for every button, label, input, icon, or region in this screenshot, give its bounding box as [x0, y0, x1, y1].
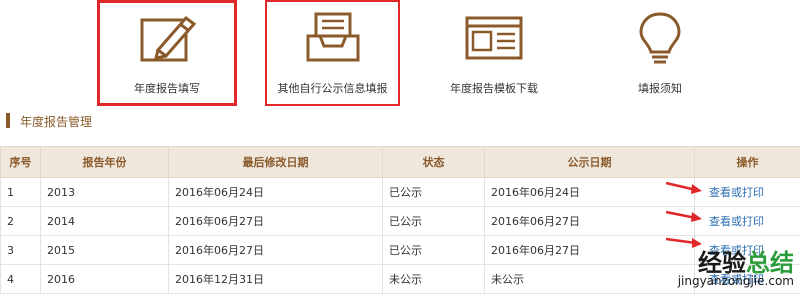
watermark-title: 经验总结	[654, 250, 794, 276]
view-or-print-link[interactable]: 查看或打印	[709, 215, 764, 228]
tile-label: 填报须知	[638, 82, 682, 95]
pencil-edit-icon	[136, 10, 198, 70]
watermark: 经验总结 jingyanzongjie.com	[654, 250, 794, 298]
cell-status: 未公示	[382, 264, 485, 294]
tile-filing-notice[interactable]: 填报须知	[590, 0, 730, 106]
watermark-title-a: 经验	[698, 249, 746, 277]
cell-year: 2016	[40, 264, 169, 294]
template-layout-icon	[463, 10, 525, 70]
function-tiles: 年度报告填写 其他自行公示信息填报 年度报告模板下载 填报须知	[0, 0, 800, 108]
cell-modified: 2016年06月27日	[168, 235, 383, 265]
red-arrow-icon	[665, 181, 702, 194]
col-header-action: 操作	[694, 146, 800, 178]
tile-label: 其他自行公示信息填报	[277, 82, 388, 95]
section-title-marker	[6, 113, 10, 128]
col-header-no: 序号	[0, 146, 41, 178]
tile-annual-report-fill[interactable]: 年度报告填写	[97, 0, 237, 106]
lightbulb-icon	[629, 10, 691, 70]
cell-status: 已公示	[382, 177, 485, 207]
cell-no: 1	[0, 177, 41, 207]
cell-no: 4	[0, 264, 41, 294]
col-header-modified: 最后修改日期	[168, 146, 383, 178]
tile-template-download[interactable]: 年度报告模板下载	[424, 0, 564, 106]
cell-modified: 2016年06月24日	[168, 177, 383, 207]
cell-published: 2016年06月24日	[484, 177, 695, 207]
cell-action: 查看或打印	[694, 206, 800, 236]
cell-year: 2013	[40, 177, 169, 207]
cell-published: 2016年06月27日	[484, 206, 695, 236]
watermark-url: jingyanzongjie.com	[677, 274, 794, 288]
cell-no: 3	[0, 235, 41, 265]
cell-modified: 2016年12月31日	[168, 264, 383, 294]
red-arrow-icon	[665, 210, 702, 222]
tile-label: 年度报告填写	[134, 82, 200, 95]
red-arrow-icon	[665, 237, 702, 248]
col-header-published: 公示日期	[484, 146, 695, 178]
cell-modified: 2016年06月27日	[168, 206, 383, 236]
cell-year: 2015	[40, 235, 169, 265]
tile-label: 年度报告模板下载	[450, 82, 538, 95]
cell-status: 已公示	[382, 235, 485, 265]
cell-action: 查看或打印	[694, 177, 800, 207]
inbox-tray-icon	[302, 10, 364, 70]
col-header-year: 报告年份	[40, 146, 169, 178]
cell-no: 2	[0, 206, 41, 236]
cell-status: 已公示	[382, 206, 485, 236]
cell-year: 2014	[40, 206, 169, 236]
section-title-text: 年度报告管理	[20, 115, 93, 129]
col-header-status: 状态	[382, 146, 485, 178]
watermark-title-b: 总结	[746, 249, 794, 277]
table-header-row: 序号 报告年份 最后修改日期 状态 公示日期 操作	[0, 146, 800, 178]
tile-other-disclosure[interactable]: 其他自行公示信息填报	[265, 0, 400, 106]
view-or-print-link[interactable]: 查看或打印	[709, 186, 764, 199]
